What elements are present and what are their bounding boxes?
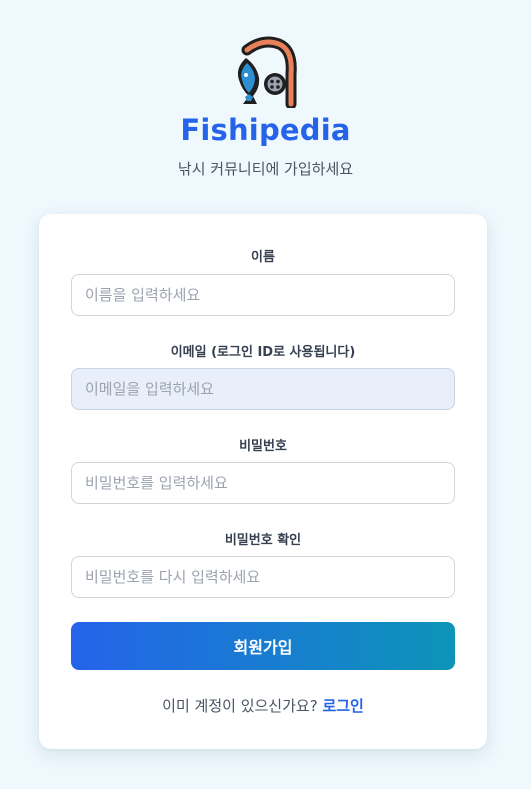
login-link[interactable]: 로그인 [322, 697, 363, 715]
password-input[interactable] [71, 462, 455, 504]
login-prompt-text: 이미 계정이 있으신가요? [162, 697, 318, 715]
app-title: Fishipedia [180, 113, 351, 147]
password-confirm-label: 비밀번호 확인 [224, 533, 302, 548]
password-label: 비밀번호 [239, 439, 287, 454]
login-prompt: 이미 계정이 있으신가요? 로그인 [39, 695, 487, 716]
name-label: 이름 [251, 250, 275, 265]
email-input[interactable] [71, 368, 455, 410]
name-input[interactable] [71, 274, 455, 316]
email-label: 이메일 (로그인 ID로 사용됩니다) [170, 345, 356, 360]
signup-button[interactable]: 회원가입 [71, 622, 455, 670]
fishing-rod-fish-icon [237, 36, 297, 108]
password-confirm-input[interactable] [71, 556, 455, 598]
signup-card: 이름 이메일 (로그인 ID로 사용됩니다) 비밀번호 비밀번호 확인 회원가입… [39, 214, 487, 749]
app-subtitle: 낚시 커뮤니티에 가입하세요 [177, 160, 354, 178]
